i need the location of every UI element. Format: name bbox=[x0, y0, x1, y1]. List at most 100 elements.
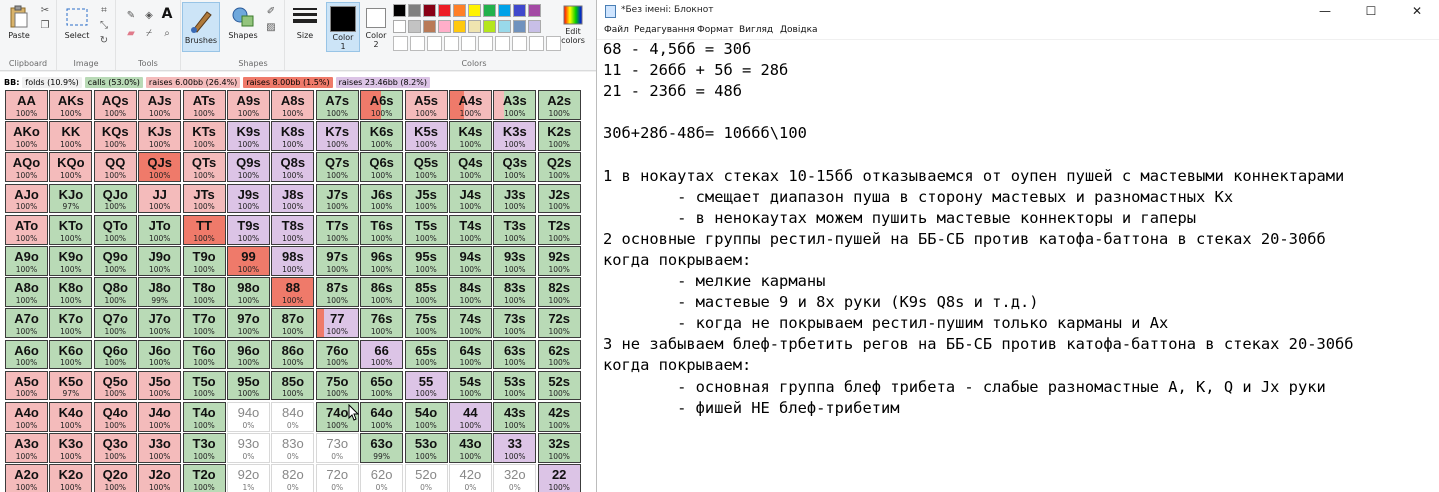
crop-icon[interactable]: ⌗ bbox=[97, 5, 111, 17]
hand-cell-aqo: AQo 100% bbox=[5, 152, 48, 183]
palette-swatch[interactable] bbox=[483, 20, 496, 33]
color1-swatch bbox=[330, 6, 356, 32]
palette-swatch[interactable] bbox=[438, 4, 451, 17]
palette-swatch[interactable] bbox=[513, 20, 526, 33]
hand-cell-q7o: Q7o 100% bbox=[93, 308, 137, 339]
hand-label: 64o bbox=[370, 404, 393, 420]
resize-icon[interactable]: ⤡ bbox=[97, 20, 111, 32]
shapes-button[interactable]: Shapes bbox=[226, 4, 260, 40]
hand-label: 92o bbox=[237, 467, 260, 483]
hand-label: A5s bbox=[414, 93, 438, 108]
menu-file[interactable]: Файл bbox=[604, 25, 629, 35]
hand-cell-qjo: QJo 100% bbox=[93, 183, 137, 214]
menu-help[interactable]: Довідка bbox=[780, 25, 818, 35]
palette-swatch[interactable] bbox=[483, 4, 496, 17]
hand-cell-t7s: T7s 100% bbox=[315, 214, 359, 245]
hand-cell-a4o: A4o 100% bbox=[5, 401, 48, 432]
palette-swatch[interactable] bbox=[438, 20, 451, 33]
palette-swatch[interactable] bbox=[513, 4, 526, 17]
palette-swatch[interactable] bbox=[393, 4, 406, 17]
hand-percent: 100% bbox=[237, 295, 260, 305]
menu-format[interactable]: Формат bbox=[697, 25, 734, 35]
hand-percent: 100% bbox=[193, 389, 215, 399]
hand-percent: 1% bbox=[242, 483, 255, 492]
menu-view[interactable]: Вигляд bbox=[739, 25, 773, 35]
hand-cell-a9o: A9o 100% bbox=[5, 245, 48, 276]
hand-cell-95o: 95o 100% bbox=[226, 370, 270, 401]
hand-label: KTo bbox=[58, 217, 84, 233]
hand-label: 99 bbox=[241, 248, 256, 264]
cut-icon[interactable]: ✂ bbox=[38, 5, 52, 17]
hand-label: 86s bbox=[370, 280, 393, 296]
hand-label: JJ bbox=[152, 186, 167, 202]
rotate-icon[interactable]: ↻ bbox=[97, 35, 111, 47]
edit-colors-button[interactable]: Edit colors bbox=[558, 4, 588, 45]
close-button[interactable]: ✕ bbox=[1394, 0, 1439, 22]
pencil-icon[interactable]: ✎ bbox=[124, 10, 138, 22]
hand-label: 43s bbox=[503, 404, 526, 420]
palette-swatch[interactable] bbox=[453, 4, 466, 17]
hand-cell-53s: 53s 100% bbox=[493, 370, 537, 401]
size-button[interactable]: Size bbox=[288, 4, 322, 40]
paint-ribbon: Paste ✂ ❐ Clipboard Select ⌗ ⤡ ↻ Image ✎… bbox=[0, 0, 596, 71]
colors-group-label: Colors bbox=[461, 59, 487, 68]
hand-label: T3s bbox=[503, 217, 526, 233]
color2-button[interactable]: Color 2 bbox=[362, 5, 390, 49]
hand-label: Q2o bbox=[102, 467, 128, 483]
palette-swatch[interactable] bbox=[498, 4, 511, 17]
hand-label: K8o bbox=[58, 280, 84, 296]
eraser-icon[interactable]: ▰ bbox=[124, 28, 138, 40]
hand-cell-j4o: J4o 100% bbox=[138, 401, 182, 432]
hand-cell-k4o: K4o 100% bbox=[49, 401, 93, 432]
color1-button[interactable]: Color 1 bbox=[326, 2, 360, 52]
notepad-text-area[interactable]: 68 - 4,5бб = 30б 11 - 26бб + 5б = 28б 21… bbox=[597, 39, 1439, 492]
legend-raise-8bb: raises 8.00bb (1.5%) bbox=[243, 76, 333, 88]
hand-cell-q9s: Q9s 100% bbox=[226, 152, 270, 183]
menu-edit[interactable]: Редагування bbox=[634, 25, 695, 35]
hand-label: 87s bbox=[326, 280, 349, 296]
palette-swatch[interactable] bbox=[423, 4, 436, 17]
brushes-button[interactable]: Brushes bbox=[182, 2, 220, 52]
fill-icon[interactable]: ◈ bbox=[142, 10, 156, 22]
palette-swatch[interactable] bbox=[408, 20, 421, 33]
select-button[interactable]: Select bbox=[61, 4, 93, 40]
hand-cell-22: 22 100% bbox=[537, 464, 581, 492]
hand-cell-85s: 85s 100% bbox=[404, 277, 448, 307]
palette-swatch[interactable] bbox=[468, 20, 481, 33]
palette-swatch[interactable] bbox=[498, 20, 511, 33]
shape-fill-icon[interactable]: ▨ bbox=[264, 22, 278, 34]
hand-cell-kqo: KQo 100% bbox=[49, 152, 93, 183]
hand-percent: 100% bbox=[415, 171, 437, 181]
outline-icon[interactable]: ✐ bbox=[264, 6, 278, 18]
hand-cell-73o: 73o 0% bbox=[315, 433, 359, 463]
hand-percent: 100% bbox=[459, 358, 482, 368]
hand-cell-55: 55 100% bbox=[404, 370, 448, 401]
hand-percent: 100% bbox=[148, 108, 171, 118]
palette-swatch[interactable] bbox=[453, 20, 466, 33]
palette-swatch[interactable] bbox=[393, 20, 406, 33]
hand-cell-q5s: Q5s 100% bbox=[404, 152, 448, 183]
paste-button[interactable]: Paste bbox=[4, 4, 34, 40]
hand-label: J4o bbox=[148, 404, 171, 420]
maximize-button[interactable]: ☐ bbox=[1348, 0, 1394, 22]
copy-icon[interactable]: ❐ bbox=[38, 20, 52, 32]
hand-cell-64o: 64o 100% bbox=[360, 401, 404, 432]
palette-swatch[interactable] bbox=[528, 20, 541, 33]
color-picker-icon[interactable]: ⌿ bbox=[142, 28, 156, 40]
hand-percent: 100% bbox=[504, 202, 526, 212]
hand-percent: 100% bbox=[415, 202, 437, 212]
hand-percent: 100% bbox=[237, 171, 260, 181]
hand-percent: 100% bbox=[370, 420, 393, 430]
text-tool-icon[interactable]: A bbox=[160, 7, 174, 21]
hand-cell-54o: 54o 100% bbox=[404, 401, 448, 432]
hand-percent: 100% bbox=[548, 483, 570, 492]
magnifier-icon[interactable]: ⌕ bbox=[160, 28, 174, 40]
palette-swatch[interactable] bbox=[423, 20, 436, 33]
palette-swatch[interactable] bbox=[528, 4, 541, 17]
hand-percent: 100% bbox=[237, 202, 260, 212]
hand-percent: 100% bbox=[415, 295, 437, 305]
palette-swatch[interactable] bbox=[408, 4, 421, 17]
minimize-button[interactable]: — bbox=[1302, 0, 1348, 22]
hand-label: 77 bbox=[330, 311, 345, 327]
palette-swatch[interactable] bbox=[468, 4, 481, 17]
